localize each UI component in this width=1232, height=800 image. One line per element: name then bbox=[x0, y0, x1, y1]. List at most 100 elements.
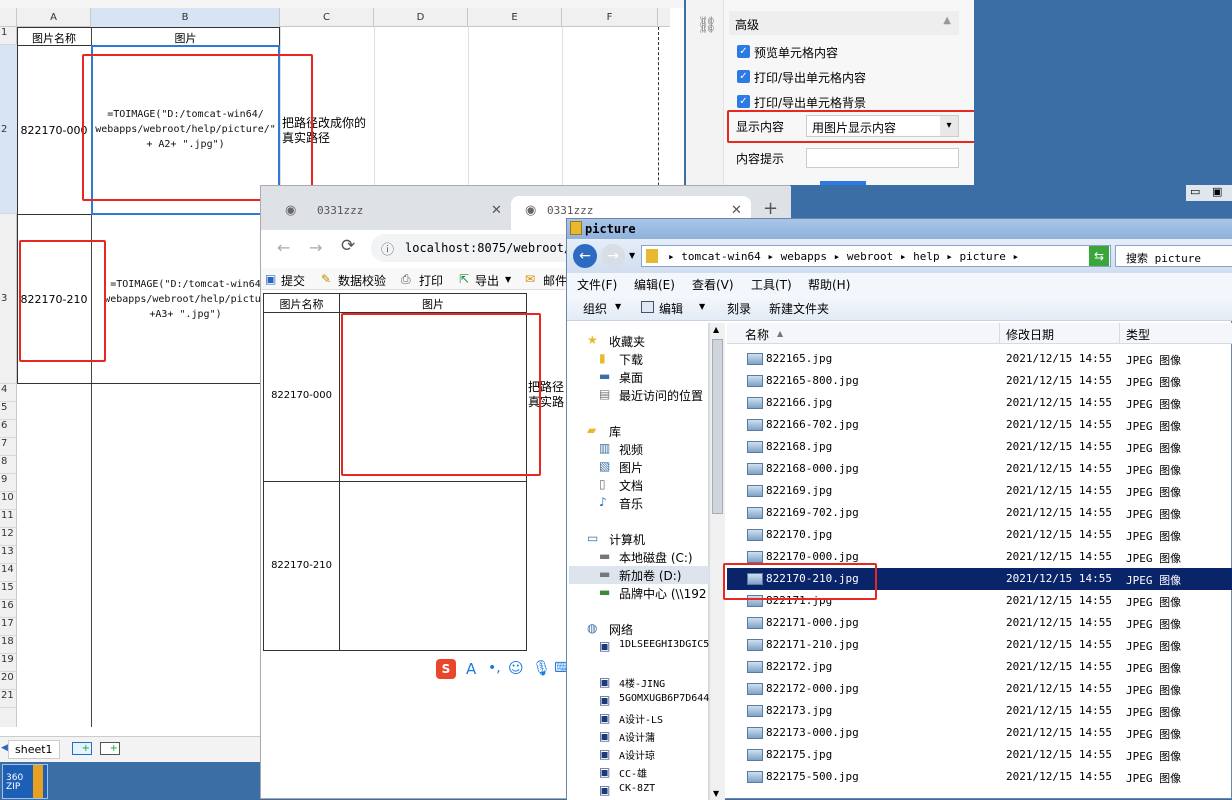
nav-network-pc[interactable]: 4楼-JING bbox=[619, 675, 665, 690]
nav-library[interactable]: 库 bbox=[609, 423, 621, 440]
organize-button[interactable]: 组织 bbox=[583, 300, 607, 317]
submit-button[interactable]: 提交 bbox=[281, 272, 305, 289]
file-row[interactable]: 822175.jpg 2021/12/15 14:55 JPEG 图像 bbox=[727, 744, 1232, 766]
nav-video[interactable]: 视频 bbox=[619, 441, 643, 458]
file-row[interactable]: 822171-000.jpg 2021/12/15 14:55 JPEG 图像 bbox=[727, 612, 1232, 634]
history-chevron-icon[interactable]: ▼ bbox=[629, 251, 635, 260]
row-header-4[interactable]: 4 bbox=[0, 384, 17, 402]
sheet-tab[interactable]: sheet1 bbox=[8, 740, 60, 759]
column-divider[interactable] bbox=[1119, 323, 1120, 344]
checkbox-preview[interactable]: ✓ bbox=[737, 45, 750, 58]
menu-view[interactable]: 查看(V) bbox=[692, 276, 734, 293]
column-type[interactable]: 类型 bbox=[1126, 326, 1150, 343]
nav-drive-c[interactable]: 本地磁盘 (C:) bbox=[619, 549, 693, 566]
organize-chevron-icon[interactable]: ▼ bbox=[615, 302, 621, 311]
row-header-20[interactable]: 20 bbox=[0, 672, 17, 690]
row-header-1[interactable]: 1 bbox=[0, 27, 17, 45]
file-row[interactable]: 822171-210.jpg 2021/12/15 14:55 JPEG 图像 bbox=[727, 634, 1232, 656]
row-header-21[interactable]: 21 bbox=[0, 690, 17, 708]
column-divider[interactable] bbox=[999, 323, 1000, 344]
link-icon[interactable]: ⛓ bbox=[697, 15, 717, 34]
breadcrumb-webapps[interactable]: webapps bbox=[781, 250, 827, 263]
new-tab-button[interactable]: + bbox=[763, 198, 778, 219]
cell-a1[interactable]: 图片名称 bbox=[17, 30, 91, 46]
new-folder-button[interactable]: 新建文件夹 bbox=[769, 300, 829, 317]
mail-button[interactable]: 邮件 bbox=[543, 272, 567, 289]
close-icon[interactable]: ✕ bbox=[491, 196, 502, 226]
scroll-up-icon[interactable]: ▲ bbox=[713, 325, 719, 334]
back-icon[interactable]: ← bbox=[277, 238, 290, 257]
add-sheet-icon[interactable]: + bbox=[72, 742, 92, 755]
refresh-icon[interactable]: ⇆ bbox=[1089, 246, 1109, 266]
scroll-thumb[interactable] bbox=[712, 339, 723, 514]
nav-drive-d[interactable]: ▬ 新加卷 (D:) bbox=[569, 566, 709, 584]
row-header-15[interactable]: 15 bbox=[0, 582, 17, 600]
nav-network-pc[interactable]: 5GOMXUGB6P7D644 bbox=[619, 693, 709, 704]
file-row[interactable]: 822175-500.jpg 2021/12/15 14:55 JPEG 图像 bbox=[727, 766, 1232, 788]
file-row[interactable]: 822172-000.jpg 2021/12/15 14:55 JPEG 图像 bbox=[727, 678, 1232, 700]
column-header-f[interactable]: F bbox=[562, 8, 658, 27]
scroll-down-icon[interactable]: ▼ bbox=[713, 789, 719, 798]
breadcrumb-help[interactable]: help bbox=[913, 250, 940, 263]
checkbox-print-bg[interactable]: ✓ bbox=[737, 95, 750, 108]
add-report-icon[interactable]: + bbox=[100, 742, 120, 755]
collapse-icon[interactable]: ▲ bbox=[943, 15, 951, 26]
nav-network-pc[interactable]: A设计蒲 bbox=[619, 729, 655, 744]
nav-network[interactable]: 网络 bbox=[609, 621, 633, 638]
validate-button[interactable]: 数据校验 bbox=[338, 272, 386, 289]
menu-help[interactable]: 帮助(H) bbox=[808, 276, 850, 293]
row-header-11[interactable]: 11 bbox=[0, 510, 17, 528]
row-header-13[interactable]: 13 bbox=[0, 546, 17, 564]
column-header-d[interactable]: D bbox=[374, 8, 468, 27]
print-button[interactable]: 打印 bbox=[419, 272, 443, 289]
row-header-8[interactable]: 8 bbox=[0, 456, 17, 474]
file-row[interactable]: 822173.jpg 2021/12/15 14:55 JPEG 图像 bbox=[727, 700, 1232, 722]
file-row[interactable]: 822168-000.jpg 2021/12/15 14:55 JPEG 图像 bbox=[727, 458, 1232, 480]
letter-a-icon[interactable]: A bbox=[466, 660, 476, 678]
minimize-icon[interactable]: ▭ bbox=[1190, 185, 1200, 198]
row-header-12[interactable]: 12 bbox=[0, 528, 17, 546]
row-header-14[interactable]: 14 bbox=[0, 564, 17, 582]
nav-pictures[interactable]: 图片 bbox=[619, 459, 643, 476]
file-row[interactable]: 822173-000.jpg 2021/12/15 14:55 JPEG 图像 bbox=[727, 722, 1232, 744]
reload-icon[interactable]: ⟳ bbox=[341, 236, 355, 256]
nav-brand-center[interactable]: 品牌中心 (\\192 bbox=[619, 585, 707, 602]
nav-network-pc[interactable]: A设计-LS bbox=[619, 711, 663, 726]
breadcrumb-tomcat[interactable]: tomcat-win64 bbox=[681, 250, 760, 263]
menu-tools[interactable]: 工具(T) bbox=[751, 276, 792, 293]
nav-recent[interactable]: 最近访问的位置 bbox=[619, 387, 703, 404]
search-input[interactable]: 搜索 picture bbox=[1115, 245, 1232, 267]
breadcrumb-picture[interactable]: picture bbox=[959, 250, 1005, 263]
menu-edit[interactable]: 编辑(E) bbox=[634, 276, 675, 293]
file-row[interactable]: 822169-702.jpg 2021/12/15 14:55 JPEG 图像 bbox=[727, 502, 1232, 524]
cell-a2[interactable]: 822170-000 bbox=[17, 124, 91, 137]
file-row[interactable]: 822168.jpg 2021/12/15 14:55 JPEG 图像 bbox=[727, 436, 1232, 458]
column-header-b[interactable]: B bbox=[91, 8, 280, 27]
column-name[interactable]: 名称 bbox=[745, 326, 769, 343]
edit-button[interactable]: 编辑 bbox=[659, 300, 683, 317]
file-row[interactable]: 822165.jpg 2021/12/15 14:55 JPEG 图像 bbox=[727, 348, 1232, 370]
row-header-18[interactable]: 18 bbox=[0, 636, 17, 654]
menu-file[interactable]: 文件(F) bbox=[577, 276, 617, 293]
nav-scrollbar[interactable]: ▲ ▼ bbox=[709, 323, 725, 800]
column-header-a[interactable]: A bbox=[17, 8, 91, 27]
checkbox-print-content[interactable]: ✓ bbox=[737, 70, 750, 83]
nav-desktop[interactable]: 桌面 bbox=[619, 369, 643, 386]
nav-computer[interactable]: 计算机 bbox=[609, 531, 645, 548]
nav-network-pc[interactable]: A设计琼 bbox=[619, 747, 655, 762]
forward-icon[interactable]: → bbox=[309, 238, 322, 257]
row-header-6[interactable]: 6 bbox=[0, 420, 17, 438]
nav-downloads[interactable]: 下载 bbox=[619, 351, 643, 368]
export-chevron-icon[interactable]: ▼ bbox=[505, 275, 511, 284]
nav-network-pc[interactable]: 1DLSEEGHI3DGIC5 bbox=[619, 639, 709, 650]
nav-network-pc[interactable]: CK-8ZT bbox=[619, 783, 655, 794]
row-header-19[interactable]: 19 bbox=[0, 654, 17, 672]
microphone-icon[interactable]: 🎙 bbox=[532, 659, 551, 677]
edit-chevron-icon[interactable]: ▼ bbox=[699, 302, 705, 311]
cell-b1[interactable]: 图片 bbox=[91, 30, 280, 46]
tip-input[interactable] bbox=[806, 148, 959, 168]
row-header-2[interactable]: 2 bbox=[0, 45, 17, 214]
file-row[interactable]: 822170.jpg 2021/12/15 14:55 JPEG 图像 bbox=[727, 524, 1232, 546]
column-date[interactable]: 修改日期 bbox=[1006, 326, 1054, 343]
file-row[interactable]: 822172.jpg 2021/12/15 14:55 JPEG 图像 bbox=[727, 656, 1232, 678]
